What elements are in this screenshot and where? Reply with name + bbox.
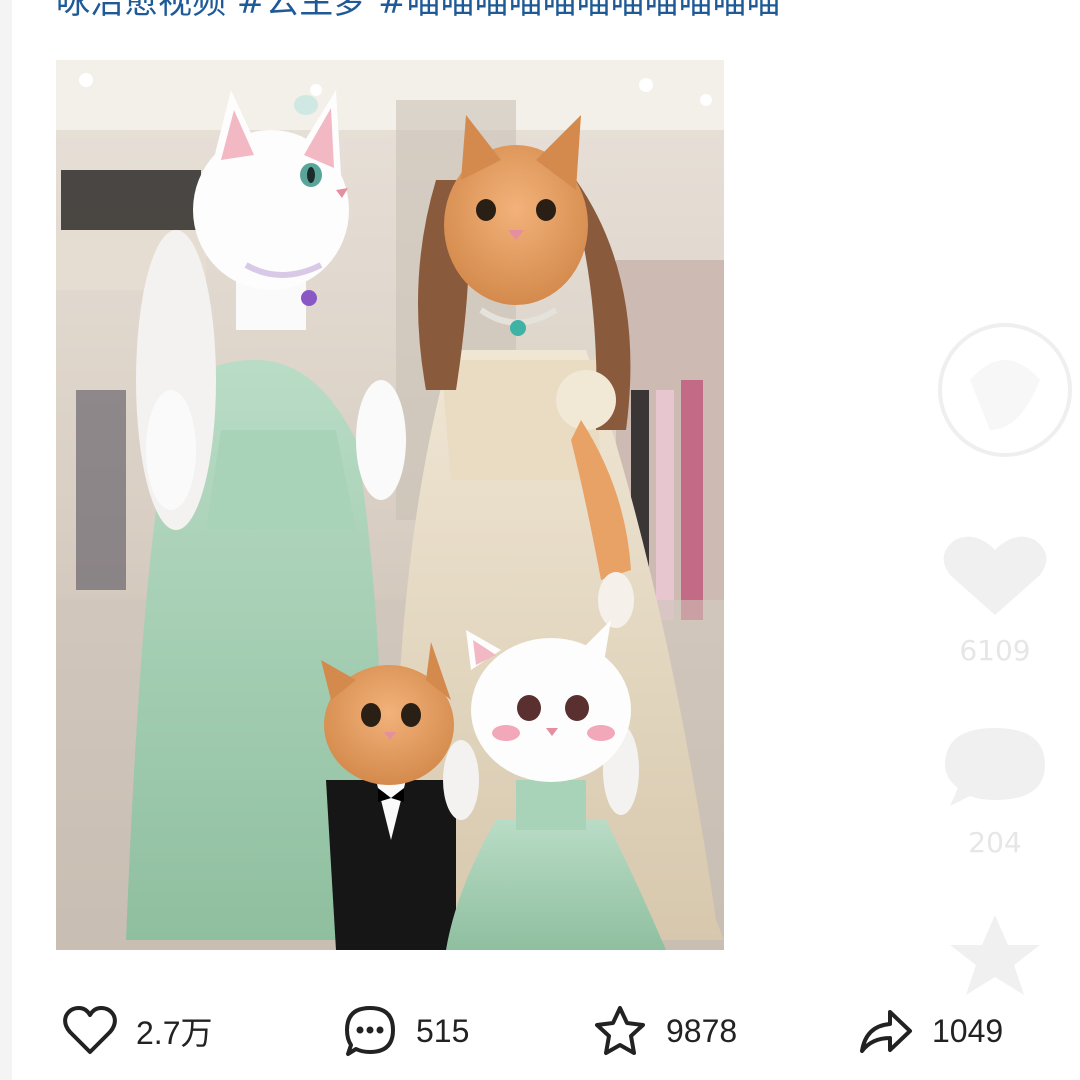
comment-count: 515: [416, 1012, 470, 1049]
share-button[interactable]: 1049: [858, 996, 1003, 1066]
video-side-rail: 6109 204: [930, 320, 1080, 1040]
video-comment-count: 204: [968, 826, 1022, 859]
favorite-count: 9878: [666, 1012, 738, 1049]
post-action-bar: 2.7万 515 9878 1049: [0, 996, 1080, 1066]
video-comment-icon[interactable]: [930, 720, 1080, 810]
comment-button[interactable]: 515: [342, 996, 469, 1066]
share-count: 1049: [932, 1012, 1004, 1049]
share-arrow-icon: [860, 1010, 912, 1053]
favorite-button[interactable]: 9878: [592, 996, 737, 1066]
video-like-icon[interactable]: [930, 530, 1080, 620]
heart-outline-icon: [63, 1006, 117, 1054]
post-image[interactable]: [56, 60, 724, 950]
video-favorite-icon[interactable]: [930, 910, 1080, 1000]
post-caption[interactable]: 咏治愈视频 #公主梦 #喵喵喵喵喵喵喵喵喵喵喵: [56, 0, 1056, 32]
like-button[interactable]: 2.7万: [62, 996, 213, 1066]
author-avatar[interactable]: [930, 320, 1080, 460]
cats-in-mall-illustration: [56, 60, 724, 950]
like-count: 2.7万: [136, 1015, 213, 1051]
video-like-count: 6109: [959, 634, 1031, 667]
speech-bubble-icon: [345, 1006, 395, 1056]
star-outline-icon: [595, 1006, 645, 1055]
